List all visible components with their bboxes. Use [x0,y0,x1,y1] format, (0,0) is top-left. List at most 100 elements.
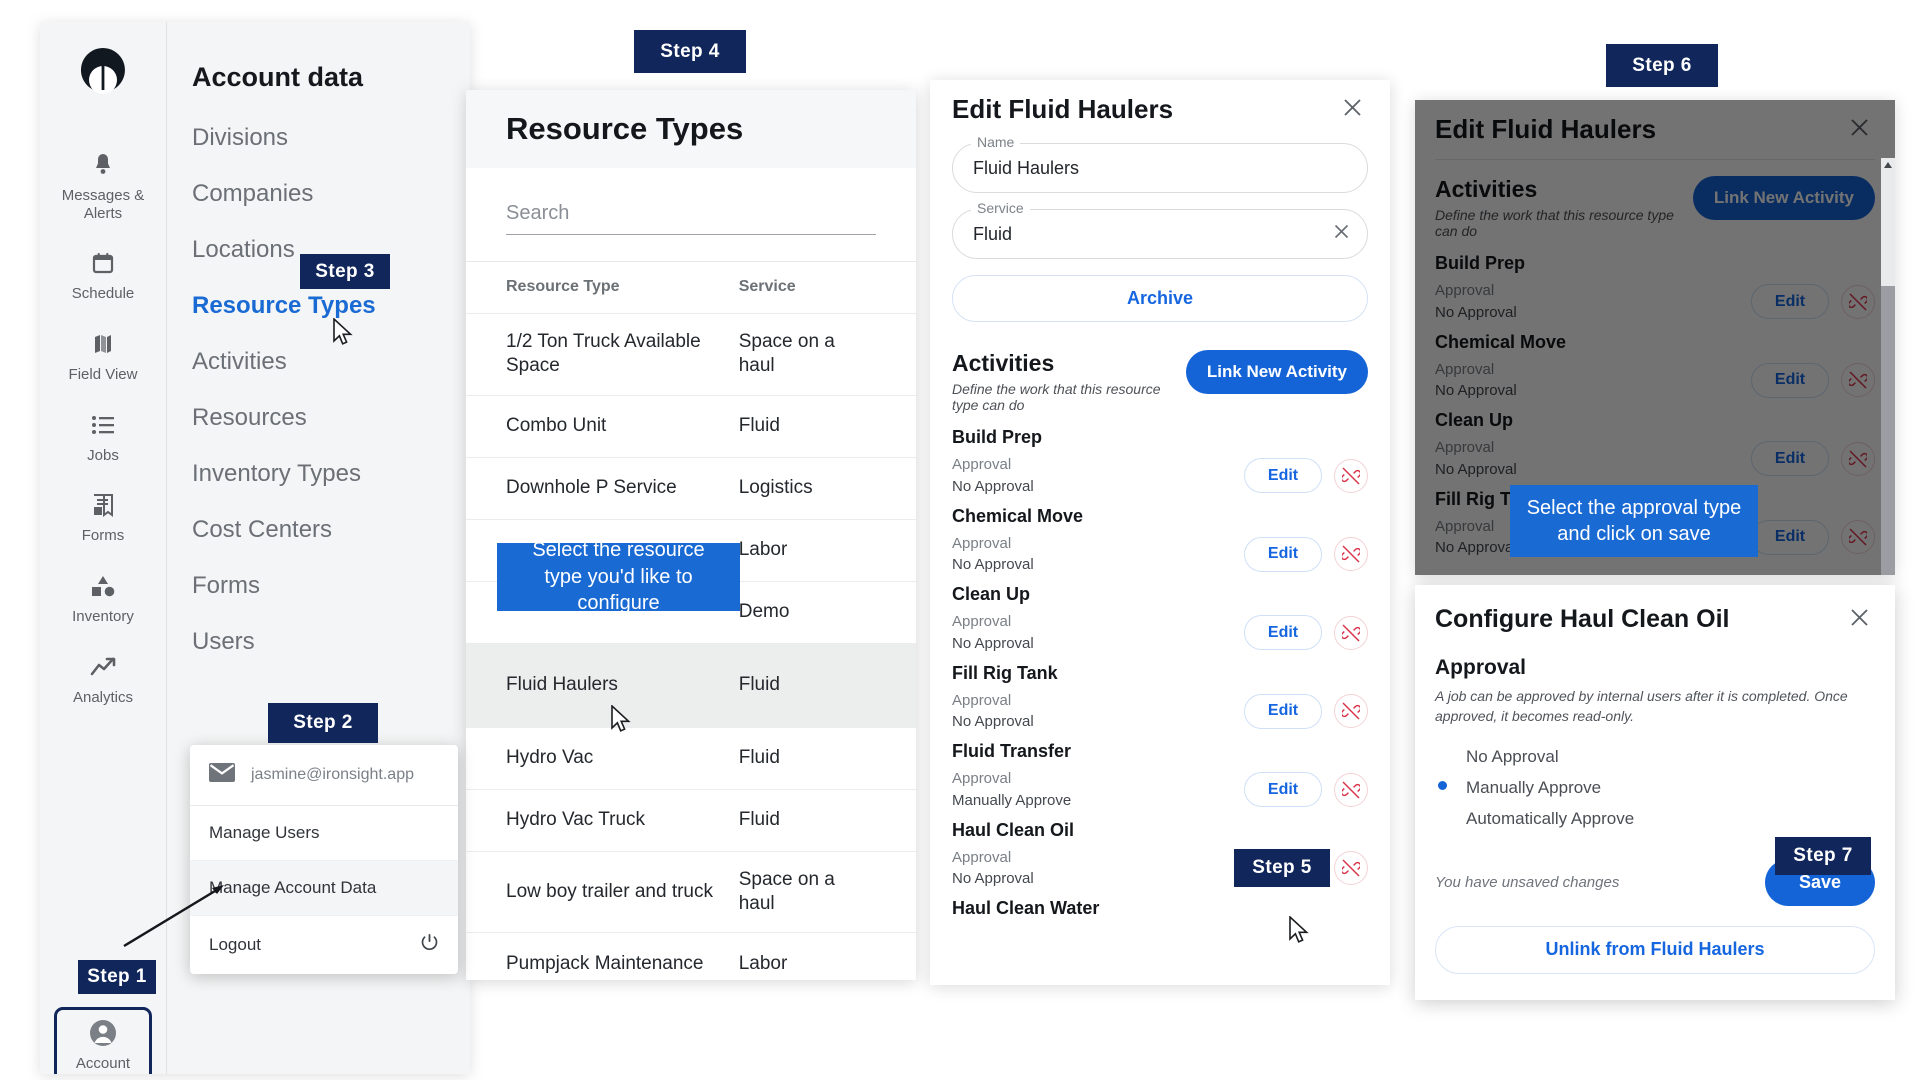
radio-button[interactable] [1435,747,1454,766]
approval-label: Approval [1435,360,1495,378]
radio-button[interactable] [1435,809,1454,828]
radio-button-selected[interactable] [1435,778,1454,797]
edit-activity-button[interactable]: Edit [1751,284,1829,320]
edit-activity-button[interactable]: Edit [1244,536,1322,572]
form-icon [92,490,114,520]
table-row[interactable]: 1/2 Ton Truck Available Space Space on a… [466,314,916,396]
scroll-up-arrow-icon[interactable] [1884,162,1892,168]
nav-item-resources[interactable]: Resources [192,406,470,430]
nav-item-companies[interactable]: Companies [192,182,470,206]
approval-value: No Approval [1435,460,1517,478]
sidebar-item-inventory[interactable]: Inventory [40,558,166,639]
nav-item-activities[interactable]: Activities [192,350,470,374]
edit-activity-button[interactable]: Edit [1751,519,1829,555]
table-row[interactable]: Low boy trailer and truck Space on a hau… [466,852,916,934]
cell-service: Logistics [738,476,813,498]
unlink-icon[interactable] [1334,694,1368,729]
nav-item-users[interactable]: Users [192,630,470,654]
edit-activity-button[interactable]: Edit [1751,441,1829,477]
unlink-icon[interactable] [1334,615,1368,650]
approval-label: Approval [952,770,1012,787]
sidebar-item-field-view[interactable]: Field View [40,316,166,397]
sidebar-item-messages-alerts[interactable]: Messages & Alerts [40,137,166,235]
nav-item-divisions[interactable]: Divisions [192,126,470,150]
activity-item: Chemical Move Approval No Approval Edit [1435,332,1875,403]
link-new-activity-button[interactable]: Link New Activity [1692,176,1875,220]
table-row[interactable]: Pumpjack Maintenance Labor [466,933,916,980]
table-row[interactable]: Downhole P Service Logistics [466,458,916,520]
sidebar-item-account[interactable]: Account [54,1007,152,1074]
service-field[interactable]: Service Fluid [952,200,1368,259]
edit-activity-button[interactable]: Edit [1244,458,1322,494]
activities-header: Activities Define the work that this res… [952,350,1368,413]
unlink-icon[interactable] [1841,363,1875,398]
edit-activity-button[interactable]: Edit [1244,772,1322,808]
scrollbar-thumb[interactable] [1881,286,1895,575]
link-new-activity-button[interactable]: Link New Activity [1185,350,1368,394]
radio-label: Manually Approve [1466,777,1602,797]
sidebar-item-forms[interactable]: Forms [40,477,166,558]
nav-item-inventory-types[interactable]: Inventory Types [192,462,470,486]
menu-item-manage-users[interactable]: Manage Users [190,806,458,860]
sidebar-item-label: Analytics [72,688,134,706]
unlink-icon[interactable] [1841,284,1875,319]
radio-option-automatically-approve[interactable]: Automatically Approve [1435,809,1875,829]
unlink-from-resource-type-button[interactable]: Unlink from Fluid Haulers [1435,925,1875,974]
step-badge-6: Step 6 [1606,44,1718,87]
menu-item-manage-account-data[interactable]: Manage Account Data [190,860,458,915]
nav-item-cost-centers[interactable]: Cost Centers [192,518,470,542]
edit-activity-button[interactable]: Edit [1751,362,1829,398]
activity-name: Build Prep [952,427,1043,447]
cell-resource-type: Fluid Haulers [506,673,618,695]
sidebar-item-jobs[interactable]: Jobs [40,397,166,478]
scrollbar[interactable] [1881,158,1895,575]
radio-option-manually-approve[interactable]: Manually Approve [1435,778,1875,798]
unlink-icon[interactable] [1334,537,1368,572]
table-row[interactable]: Combo Unit Fluid [466,396,916,458]
clear-icon[interactable] [1334,224,1349,244]
unlink-icon[interactable] [1841,441,1875,476]
archive-button[interactable]: Archive [952,275,1368,322]
sidebar-item-schedule[interactable]: Schedule [40,235,166,316]
nav-item-forms[interactable]: Forms [192,574,470,598]
close-icon[interactable] [1844,116,1875,144]
cell-service: Space on a haul [738,331,835,377]
approval-label: Approval [952,848,1012,866]
cell-resource-type: Hydro Vac Truck [506,808,646,830]
name-field[interactable]: Name Fluid Haulers [952,134,1368,193]
sidebar-item-label: Account [75,1055,131,1072]
sidebar-item-label: Forms [81,527,125,545]
close-icon[interactable] [1844,606,1875,634]
activity-item: Fill Rig Tank Approval No Approval Edit [952,663,1368,734]
activities-subtitle: Define the work that this resource type … [952,381,1161,413]
unlink-icon[interactable] [1841,520,1875,555]
unlink-icon[interactable] [1334,851,1368,886]
radio-label: No Approval [1466,746,1559,766]
approval-value: No Approval [1435,539,1517,557]
approval-value: No Approval [1435,303,1517,321]
column-header-service: Service [738,278,796,296]
edit-activity-button[interactable]: Edit [1244,693,1322,729]
list-icon [91,410,115,440]
unlink-icon[interactable] [1334,772,1368,807]
activity-item: Clean Up Approval No Approval Edit [952,584,1368,655]
unsaved-changes-text: You have unsaved changes [1435,873,1620,891]
table-row-selected[interactable]: Fluid Haulers Fluid [466,643,916,728]
configure-activity-dialog: Configure Haul Clean Oil Approval A job … [1415,585,1895,1000]
table-row[interactable]: Hydro Vac Fluid [466,728,916,790]
table-row[interactable]: Hydro Vac Truck Fluid [466,790,916,852]
nav-item-resource-types[interactable]: Resource Types [192,294,470,318]
service-field-label: Service [971,200,1030,216]
sidebar-item-analytics[interactable]: Analytics [40,639,166,720]
search-input[interactable]: Search [506,202,876,235]
sidebar-item-label: Messages & Alerts [61,187,145,222]
shapes-icon [90,571,116,601]
menu-item-logout[interactable]: Logout [190,915,458,974]
step-badge-5: Step 5 [1234,849,1330,887]
edit-activity-button[interactable]: Edit [1244,615,1322,651]
pointer-arrow [123,885,224,948]
power-icon [420,933,439,957]
unlink-icon[interactable] [1334,458,1368,493]
radio-option-no-approval[interactable]: No Approval [1435,747,1875,767]
close-icon[interactable] [1337,96,1368,124]
